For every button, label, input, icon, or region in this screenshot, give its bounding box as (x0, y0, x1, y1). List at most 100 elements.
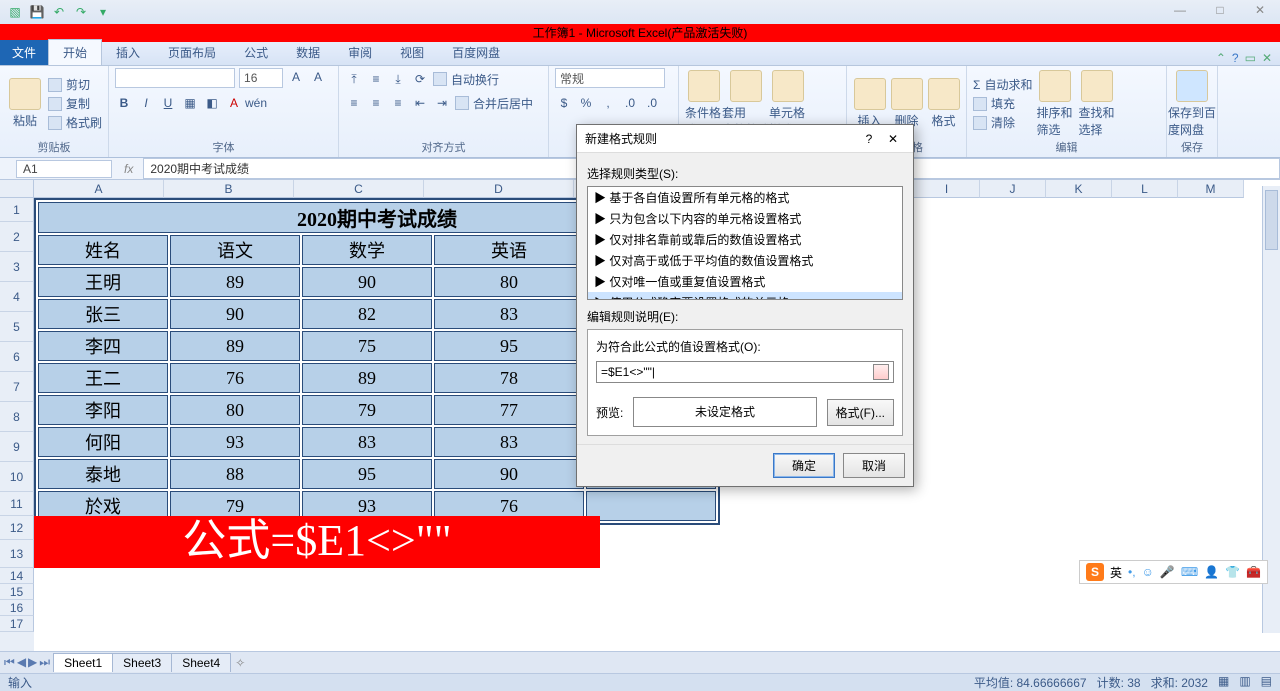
wrap-text-button[interactable]: 自动换行 (433, 70, 499, 88)
fx-icon[interactable]: fx (114, 162, 143, 176)
row-header[interactable]: 16 (0, 600, 34, 616)
border-button[interactable]: ▦ (181, 94, 199, 112)
ime-keyboard-icon[interactable]: ⌨ (1181, 565, 1198, 579)
tab-data[interactable]: 数据 (282, 40, 334, 65)
rule-type-item[interactable]: ▶ 仅对排名靠前或靠后的数值设置格式 (588, 229, 902, 250)
ime-lang[interactable]: 英 (1110, 564, 1122, 581)
column-header[interactable]: B (164, 180, 294, 198)
range-picker-icon[interactable] (873, 364, 889, 380)
view-layout-icon[interactable]: ▥ (1239, 674, 1250, 691)
row-header[interactable]: 13 (0, 540, 34, 568)
rule-formula-input[interactable]: =$E1<>""| (596, 361, 894, 383)
align-right-icon[interactable]: ≡ (389, 94, 407, 112)
maximize-button[interactable]: □ (1200, 0, 1240, 20)
minimize-ribbon-icon[interactable]: ⌃ (1216, 51, 1226, 65)
row-header[interactable]: 10 (0, 462, 34, 492)
ok-button[interactable]: 确定 (773, 453, 835, 478)
tab-formulas[interactable]: 公式 (230, 40, 282, 65)
ime-mic-icon[interactable]: 🎤 (1160, 565, 1175, 579)
column-header[interactable]: C (294, 180, 424, 198)
indent-left-icon[interactable]: ⇤ (411, 94, 429, 112)
number-format-select[interactable]: 常规 (555, 68, 665, 88)
undo-icon[interactable]: ↶ (50, 3, 68, 21)
insert-cells-button[interactable]: 插入 (853, 78, 886, 129)
copy-button[interactable]: 复制 (48, 95, 102, 112)
view-normal-icon[interactable]: ▦ (1218, 674, 1229, 691)
ime-toolbar[interactable]: S 英 •, ☺ 🎤 ⌨ 👤 👕 🧰 (1079, 560, 1268, 584)
tab-view[interactable]: 视图 (386, 40, 438, 65)
tab-home[interactable]: 开始 (48, 39, 102, 65)
column-header[interactable]: I (914, 180, 980, 198)
format-painter-button[interactable]: 格式刷 (48, 114, 102, 131)
column-header[interactable]: D (424, 180, 574, 198)
name-box[interactable]: A1 (16, 160, 112, 178)
align-left-icon[interactable]: ≡ (345, 94, 363, 112)
tab-review[interactable]: 审阅 (334, 40, 386, 65)
font-name-input[interactable] (115, 68, 235, 88)
column-header[interactable]: L (1112, 180, 1178, 198)
close-button[interactable]: ✕ (1240, 0, 1280, 20)
format-button[interactable]: 格式(F)... (827, 399, 894, 426)
rule-type-item[interactable]: ▶ 使用公式确定要设置格式的单元格 (588, 292, 902, 300)
orientation-icon[interactable]: ⟳ (411, 70, 429, 88)
cut-button[interactable]: 剪切 (48, 76, 102, 93)
tab-nav-first-icon[interactable]: ⏮ (4, 655, 15, 670)
tab-nav-next-icon[interactable]: ▶ (28, 655, 37, 670)
rule-type-item[interactable]: ▶ 基于各自值设置所有单元格的格式 (588, 187, 902, 208)
grow-font-icon[interactable]: A (287, 68, 305, 86)
increase-decimal-icon[interactable]: .0 (621, 94, 639, 112)
row-header[interactable]: 14 (0, 568, 34, 584)
row-header[interactable]: 5 (0, 312, 34, 342)
delete-cells-button[interactable]: 删除 (890, 78, 923, 129)
ime-toolbox-icon[interactable]: 🧰 (1246, 565, 1261, 579)
font-color-button[interactable]: A (225, 94, 243, 112)
phonetic-button[interactable]: wén (247, 94, 265, 112)
autosum-button[interactable]: Σ自动求和 (973, 76, 1032, 93)
bold-button[interactable]: B (115, 94, 133, 112)
row-header[interactable]: 8 (0, 402, 34, 432)
ime-comma-icon[interactable]: •, (1128, 565, 1136, 579)
row-header[interactable]: 12 (0, 516, 34, 540)
currency-icon[interactable]: $ (555, 94, 573, 112)
ime-skin-icon[interactable]: 👕 (1225, 565, 1240, 579)
dialog-close-button[interactable]: ✕ (881, 132, 905, 146)
align-center-icon[interactable]: ≡ (367, 94, 385, 112)
minimize-button[interactable]: — (1160, 0, 1200, 20)
qat-more-icon[interactable]: ▾ (94, 3, 112, 21)
row-header[interactable]: 6 (0, 342, 34, 372)
row-header[interactable]: 7 (0, 372, 34, 402)
merge-center-button[interactable]: 合并后居中 (455, 94, 533, 112)
align-top-icon[interactable]: ⤒ (345, 70, 363, 88)
italic-button[interactable]: I (137, 94, 155, 112)
fill-button[interactable]: 填充 (973, 95, 1032, 112)
new-sheet-icon[interactable]: ✧ (235, 656, 245, 670)
format-cells-button[interactable]: 格式 (927, 78, 960, 129)
baidu-save-button[interactable]: 保存到百 度网盘 (1173, 70, 1211, 138)
window-restore-icon[interactable]: ▭ (1245, 51, 1256, 65)
view-pagebreak-icon[interactable]: ▤ (1261, 674, 1272, 691)
select-all-corner[interactable] (0, 180, 34, 198)
column-header[interactable]: A (34, 180, 164, 198)
row-header[interactable]: 15 (0, 584, 34, 600)
sheet-tab[interactable]: Sheet4 (171, 653, 231, 672)
row-header[interactable]: 3 (0, 252, 34, 282)
ime-user-icon[interactable]: 👤 (1204, 565, 1219, 579)
fill-color-button[interactable]: ◧ (203, 94, 221, 112)
row-header[interactable]: 9 (0, 432, 34, 462)
underline-button[interactable]: U (159, 94, 177, 112)
align-middle-icon[interactable]: ≡ (367, 70, 385, 88)
redo-icon[interactable]: ↷ (72, 3, 90, 21)
column-header[interactable]: M (1178, 180, 1244, 198)
column-header[interactable]: K (1046, 180, 1112, 198)
tab-nav-prev-icon[interactable]: ◀ (17, 655, 26, 670)
tab-insert[interactable]: 插入 (102, 40, 154, 65)
decrease-decimal-icon[interactable]: .0 (643, 94, 661, 112)
save-icon[interactable]: 💾 (28, 3, 46, 21)
row-header[interactable]: 4 (0, 282, 34, 312)
percent-icon[interactable]: % (577, 94, 595, 112)
ime-smile-icon[interactable]: ☺ (1142, 565, 1154, 579)
sheet-tab[interactable]: Sheet1 (53, 653, 113, 672)
tab-baidu[interactable]: 百度网盘 (438, 40, 514, 65)
tab-nav-last-icon[interactable]: ⏭ (39, 655, 50, 670)
row-header[interactable]: 17 (0, 616, 34, 632)
